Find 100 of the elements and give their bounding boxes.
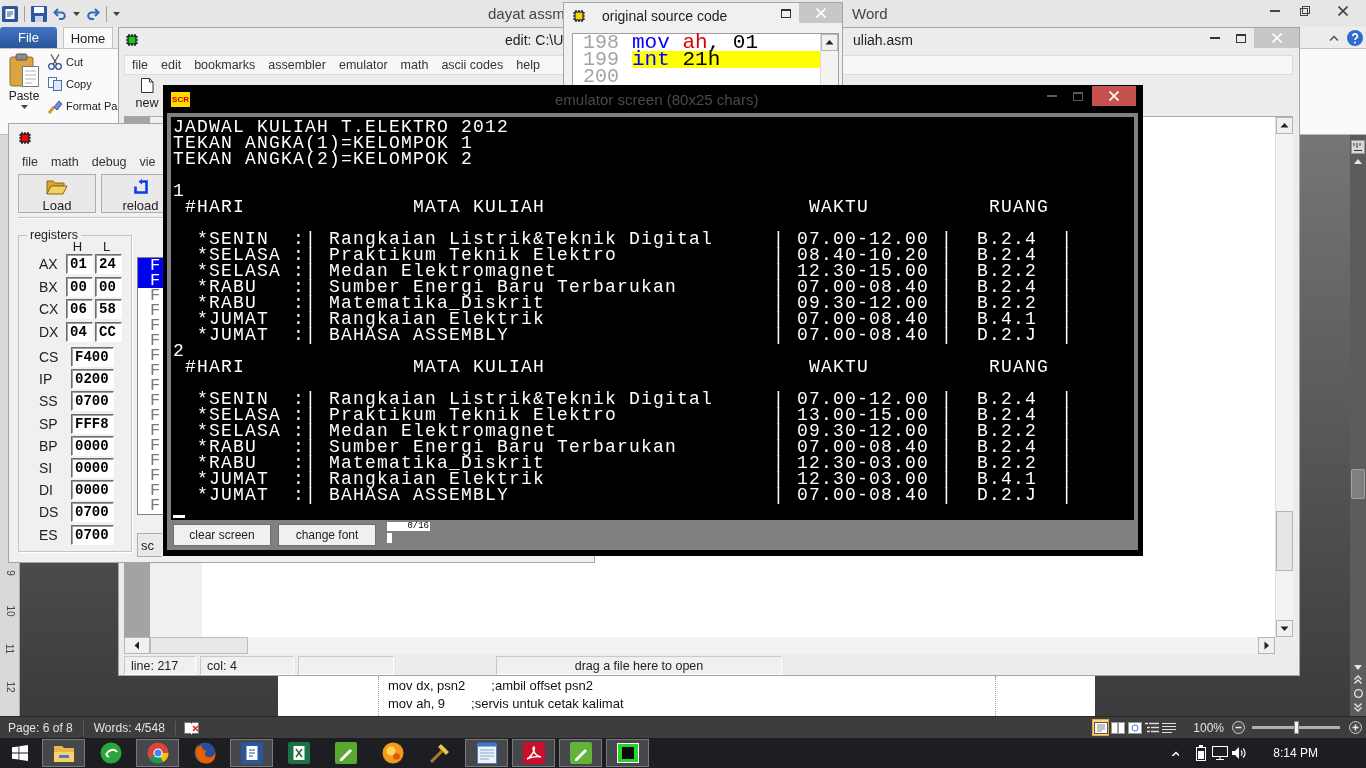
scroll-thumb[interactable] [1276, 511, 1293, 571]
register-field[interactable]: 0200 [71, 369, 114, 390]
zoom-level[interactable]: 100% [1193, 720, 1224, 735]
taskbar-button[interactable] [42, 739, 85, 767]
zoom-out-icon[interactable] [1232, 721, 1245, 734]
taskbar-button[interactable] [465, 739, 508, 767]
scrollbar[interactable] [1350, 135, 1366, 716]
memory-row[interactable]: F [138, 333, 163, 348]
scroll-right-icon[interactable] [1258, 637, 1275, 654]
memory-row[interactable]: F [138, 318, 163, 333]
scroll-left-icon[interactable] [124, 637, 150, 654]
memory-row[interactable]: F [138, 393, 163, 408]
register-field[interactable]: 0000 [71, 435, 114, 456]
paste-button[interactable]: Paste [0, 51, 48, 119]
menu-item[interactable]: emulator [338, 58, 388, 72]
ruler-toggle-icon[interactable] [1351, 140, 1365, 154]
memory-row[interactable]: F [138, 288, 163, 303]
save-icon[interactable] [31, 5, 47, 22]
copy-button[interactable]: Copy [48, 73, 92, 95]
memory-row[interactable]: F [138, 363, 163, 378]
undo-icon[interactable] [53, 7, 67, 20]
help-icon[interactable] [1347, 29, 1363, 46]
toolbar-button[interactable]: Load [18, 174, 96, 213]
memory-row[interactable]: F [138, 453, 163, 468]
memory-row[interactable]: F [138, 378, 163, 393]
memory-row[interactable]: F [138, 468, 163, 483]
register-field[interactable]: 06 [66, 299, 93, 320]
zoom-in-icon[interactable] [1349, 721, 1362, 734]
scrollbar[interactable] [124, 637, 1275, 654]
memory-row[interactable]: F [138, 423, 163, 438]
ribbon-tab[interactable]: File [0, 27, 57, 48]
scroll-down-icon[interactable] [1276, 620, 1293, 637]
taskbar-button[interactable] [512, 739, 555, 767]
scrollbar[interactable] [1275, 117, 1293, 637]
browse-object-icon[interactable] [1353, 689, 1363, 698]
menu-item[interactable]: assembler [268, 58, 326, 72]
memory-row[interactable]: F [138, 303, 163, 318]
register-field[interactable]: 0700 [71, 524, 114, 545]
clear-screen-button[interactable]: clear screen [173, 524, 271, 546]
close-button[interactable] [1092, 86, 1136, 106]
view-button[interactable] [1092, 719, 1110, 736]
screen-button[interactable]: sc [137, 533, 162, 557]
register-field[interactable]: 0000 [71, 480, 114, 501]
previous-page-icon[interactable] [1354, 675, 1362, 684]
register-field[interactable]: 24 [95, 254, 122, 275]
taskbar-button[interactable] [230, 739, 273, 767]
format-painter-button[interactable]: Format Pa [48, 95, 118, 117]
cut-button[interactable]: Cut [48, 51, 84, 73]
memory-row[interactable]: F [138, 258, 163, 273]
scroll-up-icon[interactable] [1276, 117, 1293, 134]
memory-row[interactable]: F [138, 438, 163, 453]
menu-item[interactable]: vie [139, 155, 156, 169]
menu-item[interactable]: math [51, 155, 79, 169]
memory-row[interactable]: F [138, 273, 163, 288]
menu-item[interactable]: file [132, 58, 148, 72]
next-page-icon[interactable] [1354, 703, 1362, 712]
register-field[interactable]: 00 [66, 276, 93, 297]
register-field[interactable]: 01 [66, 254, 93, 275]
menu-item[interactable]: ascii codes [441, 58, 504, 72]
toolbar-button[interactable]: reload [101, 174, 163, 213]
register-field[interactable]: 04 [66, 321, 93, 342]
menu-item[interactable]: file [22, 155, 38, 169]
caret-icon[interactable] [1171, 750, 1180, 756]
scroll-up-icon[interactable] [821, 34, 838, 51]
register-field[interactable]: 58 [95, 299, 122, 320]
view-button[interactable] [1126, 719, 1144, 736]
document-tile-icon[interactable] [2, 5, 18, 22]
caret-icon[interactable] [73, 11, 80, 16]
taskbar-button[interactable] [559, 739, 602, 767]
clock[interactable]: 8:14 PM [1273, 746, 1318, 760]
monitor-icon[interactable] [1212, 746, 1229, 760]
scroll-thumb[interactable] [150, 637, 248, 654]
menu-item[interactable]: edit [161, 58, 182, 72]
register-field[interactable]: 00 [95, 276, 122, 297]
register-field[interactable]: 0700 [71, 502, 114, 523]
scrollbar[interactable] [820, 34, 838, 85]
memory-row[interactable]: F [138, 498, 163, 513]
menu-item[interactable]: math [400, 58, 429, 72]
book-icon[interactable] [183, 720, 199, 735]
register-field[interactable]: 0700 [71, 391, 114, 412]
redo-icon[interactable] [86, 7, 100, 20]
memory-row[interactable]: F [138, 408, 163, 423]
menu-item[interactable]: debug [91, 155, 127, 169]
memory-row[interactable]: F [138, 483, 163, 498]
speaker-icon[interactable] [1232, 746, 1247, 760]
toolbar-button[interactable]: new [136, 78, 158, 113]
register-field[interactable]: 0000 [71, 458, 114, 479]
taskbar-button[interactable] [606, 739, 649, 767]
scroll-thumb[interactable] [1351, 469, 1365, 499]
change-font-button[interactable]: change font [278, 524, 376, 546]
ribbon-tab[interactable]: Home [63, 27, 113, 48]
register-field[interactable]: FFF8 [71, 413, 114, 434]
chevron-up-icon[interactable] [1329, 34, 1339, 41]
battery-icon[interactable] [1196, 745, 1207, 761]
menu-item[interactable]: bookmarks [194, 58, 256, 72]
register-field[interactable]: CC [95, 321, 122, 342]
memory-row[interactable]: F [138, 348, 163, 363]
register-field[interactable]: F400 [71, 347, 114, 368]
slider-thumb[interactable] [1294, 721, 1299, 734]
caret-icon[interactable] [113, 11, 120, 16]
